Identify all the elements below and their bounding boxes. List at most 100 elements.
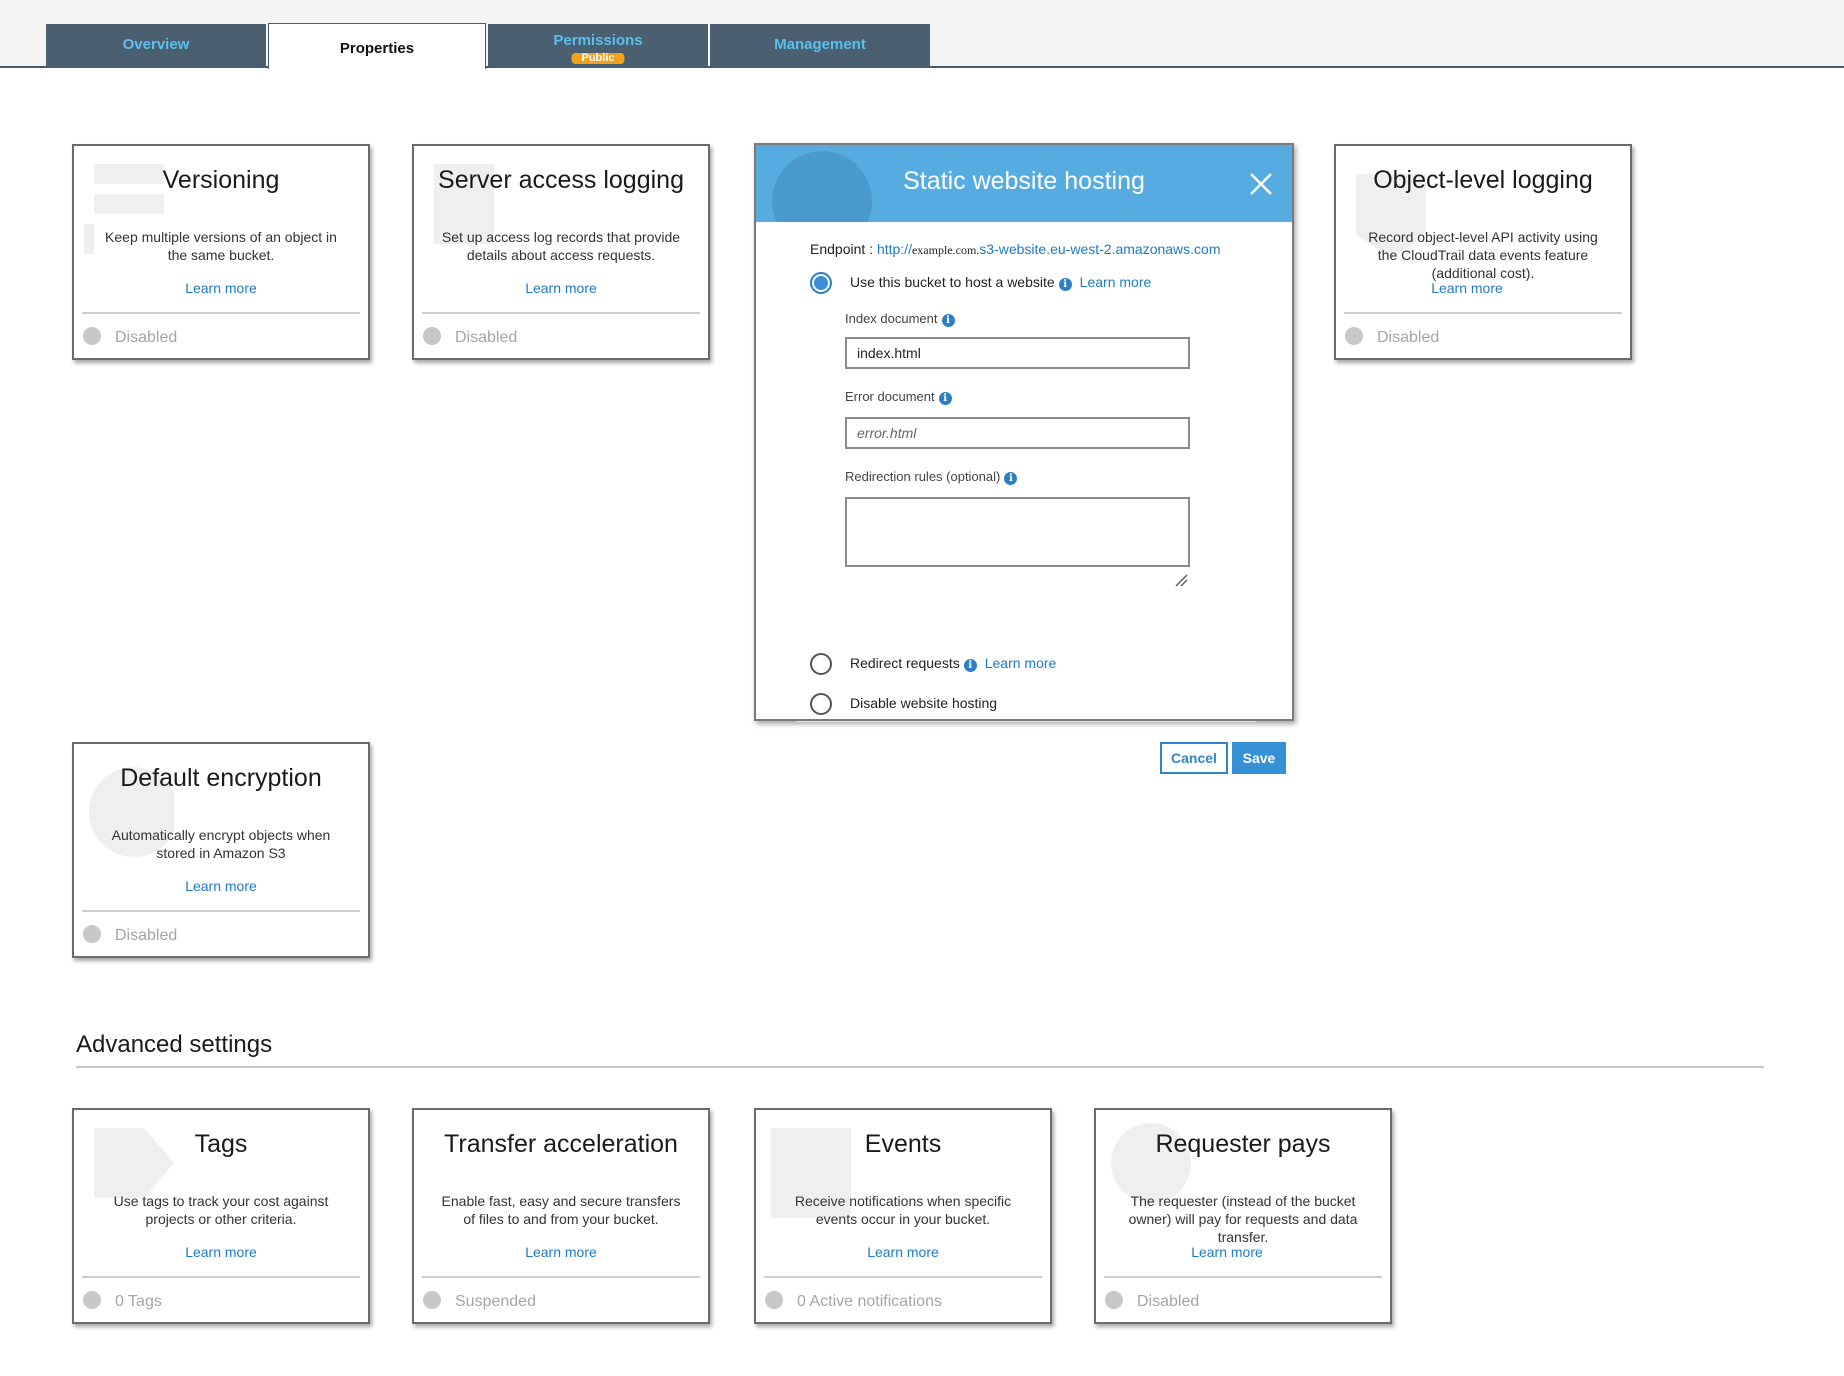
card-requester-pays[interactable]: Requester pays The requester (instead of… xyxy=(1094,1108,1392,1324)
dialog-divider xyxy=(796,721,1256,722)
host-website-radio[interactable] xyxy=(810,272,832,294)
learn-more-link[interactable]: Learn more xyxy=(756,1244,1050,1260)
card-status: 0 Active notifications xyxy=(765,1291,942,1311)
card-default-encryption[interactable]: Default encryption Automatically encrypt… xyxy=(72,742,370,958)
info-icon[interactable]: i xyxy=(1058,278,1072,291)
card-status-text: 0 Active notifications xyxy=(797,1293,942,1310)
card-status: Disabled xyxy=(1105,1291,1199,1311)
info-icon[interactable]: i xyxy=(1004,472,1018,485)
redirect-requests-label: Redirect requests xyxy=(850,655,960,671)
status-dot-icon xyxy=(83,1291,101,1309)
resize-grip-icon[interactable] xyxy=(1174,573,1188,587)
card-status: Suspended xyxy=(423,1291,536,1311)
public-badge: Public xyxy=(571,53,625,64)
dialog-title: Static website hosting xyxy=(903,167,1145,195)
card-divider xyxy=(422,312,700,314)
tab-permissions-label: Permissions xyxy=(553,32,643,49)
host-website-label: Use this bucket to host a website xyxy=(850,274,1055,290)
tab-permissions[interactable]: Permissions Public xyxy=(488,24,708,67)
card-divider xyxy=(422,1276,700,1278)
card-status-text: 0 Tags xyxy=(115,1293,162,1310)
card-status: 0 Tags xyxy=(83,1291,162,1311)
disable-hosting-radio[interactable] xyxy=(810,693,832,715)
card-versioning[interactable]: Versioning Keep multiple versions of an … xyxy=(72,144,370,360)
card-divider xyxy=(82,312,360,314)
card-title: Server access logging xyxy=(438,166,684,194)
host-website-option: Use this bucket to host a website i Learn … xyxy=(850,274,1151,291)
card-description: Set up access log records that provide d… xyxy=(441,229,681,263)
card-divider xyxy=(82,910,360,912)
card-server-access-logging[interactable]: Server access logging Set up access log … xyxy=(412,144,710,360)
card-status-text: Disabled xyxy=(1377,329,1440,346)
endpoint-row: Endpoint : http://example.com.s3-website… xyxy=(810,241,1221,258)
status-dot-icon xyxy=(1105,1291,1123,1309)
card-status-text: Disabled xyxy=(115,329,178,346)
card-transfer-acceleration[interactable]: Transfer acceleration Enable fast, easy … xyxy=(412,1108,710,1324)
card-events[interactable]: Events Receive notifications when specif… xyxy=(754,1108,1052,1324)
card-description: Automatically encrypt objects when store… xyxy=(111,827,331,861)
index-document-label: Index document i xyxy=(845,311,955,327)
disable-hosting-label: Disable website hosting xyxy=(850,695,998,711)
redirection-rules-textarea[interactable] xyxy=(845,497,1190,567)
card-divider xyxy=(1344,312,1622,314)
endpoint-url-prefix[interactable]: http:// xyxy=(877,241,912,257)
learn-more-link[interactable]: Learn more xyxy=(414,280,708,296)
card-title: Versioning xyxy=(162,166,280,194)
tab-properties-label: Properties xyxy=(339,40,415,57)
redirect-requests-option: Redirect requests i Learn more xyxy=(850,655,1056,672)
error-document-input[interactable] xyxy=(845,417,1190,449)
static-website-hosting-dialog: Static website hosting Endpoint : http:/… xyxy=(754,143,1294,774)
tab-management[interactable]: Management xyxy=(710,24,930,67)
host-learn-more-link[interactable]: Learn more xyxy=(1080,274,1152,290)
endpoint-url-suffix[interactable]: s3-website.eu-west-2.amazonaws.com xyxy=(979,241,1220,257)
card-description: Record object-level API activity using t… xyxy=(1368,229,1598,281)
card-tags[interactable]: Tags Use tags to track your cost against… xyxy=(72,1108,370,1324)
learn-more-link[interactable]: Learn more xyxy=(1336,280,1630,296)
learn-more-link[interactable]: Learn more xyxy=(74,878,368,894)
learn-more-link[interactable]: Learn more xyxy=(74,280,368,296)
status-dot-icon xyxy=(765,1291,783,1309)
info-icon[interactable]: i xyxy=(941,314,955,327)
card-description: Receive notifications when specific even… xyxy=(794,1193,1012,1227)
card-status: Disabled xyxy=(423,327,517,347)
tab-overview[interactable]: Overview xyxy=(46,24,266,67)
card-status: Disabled xyxy=(83,925,177,945)
info-icon[interactable]: i xyxy=(963,659,977,672)
status-dot-icon xyxy=(83,925,101,943)
advanced-settings-heading: Advanced settings xyxy=(76,1031,273,1058)
learn-more-link[interactable]: Learn more xyxy=(74,1244,368,1260)
error-document-label-text: Error document xyxy=(845,389,935,404)
learn-more-link[interactable]: Learn more xyxy=(1096,1244,1390,1260)
dialog-body: Endpoint : http://example.com.s3-website… xyxy=(756,222,1292,774)
index-document-label-text: Index document xyxy=(845,311,938,326)
dialog-header: Static website hosting xyxy=(756,145,1292,222)
tab-bar: Overview Properties Permissions Public M… xyxy=(0,0,1844,69)
redirect-requests-radio[interactable] xyxy=(810,653,832,675)
card-title: Object-level logging xyxy=(1373,166,1593,194)
card-object-level-logging[interactable]: Object-level logging Record object-level… xyxy=(1334,144,1632,360)
redirect-learn-more-link[interactable]: Learn more xyxy=(985,655,1057,671)
endpoint-example: example.com. xyxy=(911,243,980,257)
card-status: Disabled xyxy=(83,327,177,347)
close-icon[interactable] xyxy=(1248,171,1274,197)
card-title: Default encryption xyxy=(120,764,322,792)
card-status-text: Disabled xyxy=(1137,1293,1200,1310)
cancel-button[interactable]: Cancel xyxy=(1160,742,1228,774)
learn-more-link[interactable]: Learn more xyxy=(414,1244,708,1260)
tab-properties[interactable]: Properties xyxy=(268,23,486,69)
index-document-input[interactable] xyxy=(845,337,1190,369)
tab-overview-label: Overview xyxy=(122,36,190,53)
redirection-rules-label-text: Redirection rules (optional) xyxy=(845,469,1001,484)
card-title: Events xyxy=(864,1130,942,1158)
card-status-text: Disabled xyxy=(455,329,518,346)
card-description: Enable fast, easy and secure transfers o… xyxy=(441,1193,681,1227)
save-button[interactable]: Save xyxy=(1232,742,1286,774)
card-title: Transfer acceleration xyxy=(444,1130,678,1158)
card-description: Use tags to track your cost against proj… xyxy=(113,1193,329,1227)
card-title: Requester pays xyxy=(1155,1130,1331,1158)
status-dot-icon xyxy=(83,327,101,345)
card-status-text: Disabled xyxy=(115,927,178,944)
info-icon[interactable]: i xyxy=(938,392,952,405)
status-dot-icon xyxy=(1345,327,1363,345)
card-title: Tags xyxy=(194,1130,248,1158)
